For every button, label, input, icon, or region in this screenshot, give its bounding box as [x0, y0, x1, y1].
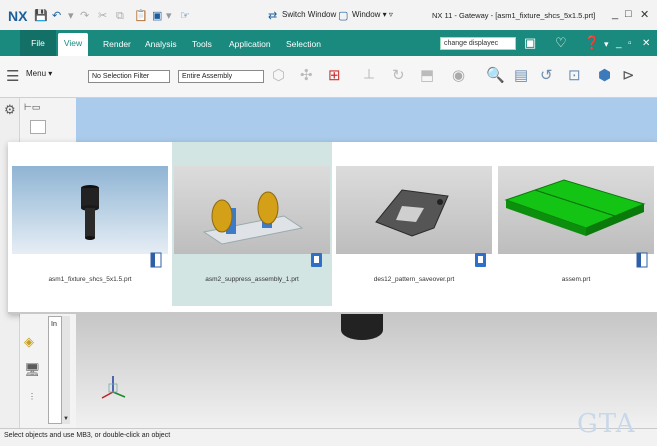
doc-minimize-button[interactable]: _: [616, 38, 622, 49]
fit-view-icon[interactable]: 🔍: [486, 66, 505, 84]
thumbnail-label: asm1_fixture_shcs_5x1.5.prt: [48, 276, 132, 283]
collapse-ribbon-icon[interactable]: ♡: [555, 35, 567, 51]
more-icon[interactable]: ⋮: [28, 392, 36, 401]
edit-section-icon[interactable]: ⊳: [622, 66, 635, 84]
paste-icon[interactable]: 📋: [134, 9, 148, 23]
rotate-icon[interactable]: ↻: [392, 66, 405, 84]
window-icon[interactable]: ▢: [338, 9, 348, 23]
tab-view[interactable]: View: [58, 33, 88, 56]
wcs-triad-icon: [101, 376, 126, 399]
graphics-window-top[interactable]: [76, 98, 657, 142]
tab-file[interactable]: File: [20, 30, 56, 56]
zoom-window-icon[interactable]: ▤: [514, 66, 528, 84]
constraint-icon[interactable]: ◈: [24, 334, 34, 350]
thumbnail-label: des12_pattern_saveover.prt: [373, 276, 455, 283]
status-text: Select objects and use MB3, or double-cl…: [4, 432, 171, 439]
command-search-input[interactable]: change displayec: [440, 37, 516, 50]
menu-button[interactable]: Menu ▾: [26, 69, 52, 78]
nx-logo: NX: [8, 8, 28, 24]
orient-view-icon[interactable]: ⊡: [568, 66, 581, 84]
copy-icon[interactable]: ⧉: [116, 9, 124, 23]
shaded-icon[interactable]: ◉: [452, 66, 465, 84]
switch-window-icon[interactable]: ⇄: [268, 9, 277, 23]
toolbar: ☰ Menu ▾ No Selection Filter Entire Asse…: [0, 56, 657, 98]
doc-close-button[interactable]: ✕: [642, 38, 650, 49]
thumbnail-card[interactable]: des12_pattern_saveover.prt: [334, 142, 494, 306]
window-title: NX 11 - Gateway - [asm1_fixture_shcs_5x1…: [432, 11, 596, 20]
window-menu-button[interactable]: Window ▾ ▿: [352, 10, 393, 19]
help-dropdown-icon[interactable]: ▾: [604, 39, 609, 50]
navigator-field[interactable]: [30, 120, 46, 134]
title-bar: NX 💾 ↶ ▾ ↷ ✂ ⧉ 📋 ▣ ▾ ☞ ⇄ Switch Window ▢…: [0, 0, 657, 30]
navigator-header: ⊢▭: [20, 98, 76, 142]
file-icon: [150, 252, 162, 268]
thumbnail-image: [336, 166, 492, 254]
monitor-icon[interactable]: 🖥: [24, 362, 41, 378]
switch-window-popup: asm1_fixture_shcs_5x1.5.prt asm2_suppres…: [8, 142, 657, 314]
assembly-file-icon: [311, 253, 322, 267]
navigator-list[interactable]: In: [48, 316, 62, 424]
tab-tools[interactable]: Tools: [192, 39, 212, 49]
switch-window-button[interactable]: Switch Window: [282, 10, 336, 19]
tab-application[interactable]: Application: [229, 39, 271, 49]
selection-filter-select[interactable]: No Selection Filter: [88, 70, 170, 83]
undo-icon[interactable]: ↶: [52, 9, 61, 23]
thumbnail-label: assem.prt: [561, 276, 591, 283]
expand-icon[interactable]: ⊢▭: [24, 102, 40, 113]
dropdown-arrow-icon[interactable]: ▾: [68, 9, 74, 23]
part-model[interactable]: [341, 314, 383, 340]
thumbnail-card[interactable]: asm2_suppress_assembly_1.prt: [172, 142, 332, 306]
scroll-down-icon[interactable]: ▼: [63, 416, 69, 422]
file-icon: [636, 252, 648, 268]
render-style-icon[interactable]: ⬢: [598, 66, 611, 84]
touch-mode-icon[interactable]: ☞: [180, 9, 190, 23]
thumbnail-image: [174, 166, 330, 254]
menu-icon[interactable]: ☰: [6, 67, 19, 85]
measure-icon[interactable]: ⟂: [364, 66, 374, 83]
tab-render[interactable]: Render: [103, 39, 131, 49]
thumbnail-card[interactable]: assem.prt: [496, 142, 656, 306]
select-component-icon[interactable]: ⬡: [272, 66, 285, 84]
thumbnail-image: [498, 166, 654, 254]
tab-analysis[interactable]: Analysis: [145, 39, 177, 49]
thumbnail-image: [12, 166, 168, 254]
doc-restore-button[interactable]: ▫: [628, 38, 632, 49]
close-button[interactable]: ✕: [640, 8, 649, 21]
window-style-icon[interactable]: ▣: [152, 9, 162, 23]
assembly-scope-select[interactable]: Entire Assembly: [178, 70, 264, 83]
style-dropdown-icon[interactable]: ▾: [166, 9, 172, 23]
gear-icon[interactable]: ⚙: [4, 102, 16, 118]
full-screen-icon[interactable]: ▣: [524, 35, 536, 51]
snap-point-icon[interactable]: ✣: [300, 66, 313, 84]
work-layer-icon[interactable]: ⬒: [420, 66, 434, 84]
maximize-button[interactable]: □: [625, 8, 632, 20]
help-icon[interactable]: ❓: [584, 35, 600, 51]
thumbnail-label: asm2_suppress_assembly_1.prt: [205, 276, 299, 283]
refresh-icon[interactable]: ↺: [540, 66, 553, 84]
minimize-button[interactable]: _: [612, 8, 618, 20]
thumbnail-card[interactable]: asm1_fixture_shcs_5x1.5.prt: [10, 142, 170, 306]
cut-icon[interactable]: ✂: [98, 9, 107, 23]
ribbon-tabs: File View Render Analysis Tools Applicat…: [0, 30, 657, 56]
assembly-file-icon: [475, 253, 486, 267]
navigator-scrollbar[interactable]: ▼: [62, 316, 70, 424]
save-icon[interactable]: 💾: [34, 9, 48, 23]
snap-settings-icon[interactable]: ⊞: [328, 66, 341, 84]
watermark-logo: GTA: [577, 409, 636, 439]
tab-selection[interactable]: Selection: [286, 39, 321, 49]
redo-icon[interactable]: ↷: [80, 9, 89, 23]
status-bar: Select objects and use MB3, or double-cl…: [0, 428, 657, 446]
